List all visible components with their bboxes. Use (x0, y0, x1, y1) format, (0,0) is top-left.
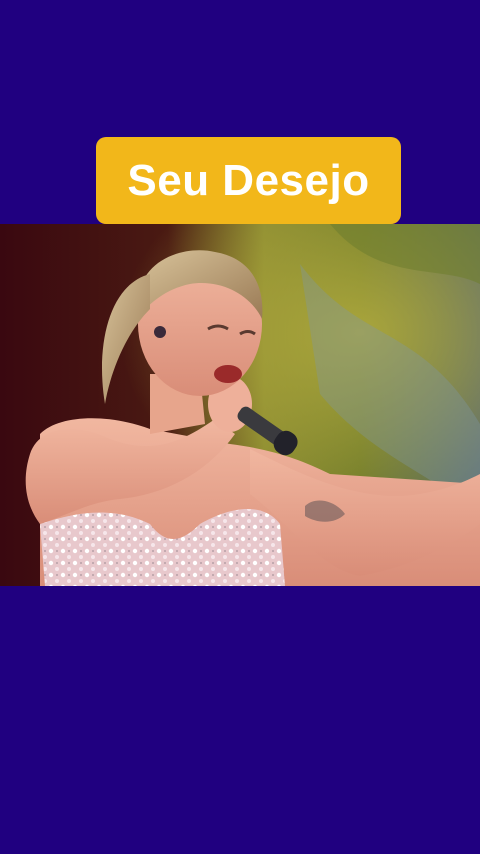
title-text: Seu Desejo (127, 155, 370, 205)
performer-singing-image (0, 224, 480, 586)
title-badge: Seu Desejo (96, 137, 401, 224)
video-frame[interactable] (0, 224, 480, 586)
